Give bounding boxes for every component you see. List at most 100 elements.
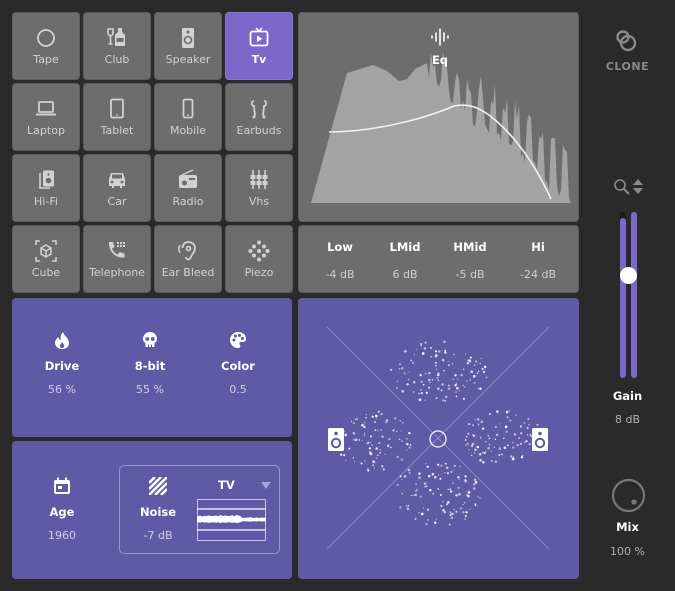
8bit-control[interactable]: 8-bit 55 % <box>110 331 190 396</box>
gain-slider[interactable] <box>615 210 643 380</box>
particle <box>464 353 467 355</box>
particle <box>443 399 447 403</box>
noise-control[interactable]: Noise -7 dB <box>118 476 198 542</box>
band-hmid[interactable]: HMid -5 dB <box>435 226 505 281</box>
band-lmid[interactable]: LMid 6 dB <box>370 226 440 281</box>
particle <box>436 387 440 391</box>
particle <box>463 386 466 388</box>
age-noise-panel: Age 1960 Noise -7 dB TV <box>12 441 292 579</box>
particle <box>510 455 513 458</box>
particle <box>421 352 425 355</box>
preset-club[interactable]: Club <box>83 12 151 80</box>
preset-label: Earbuds <box>236 124 282 137</box>
particle <box>447 488 449 491</box>
particle <box>496 433 499 436</box>
particle <box>380 412 383 416</box>
preset-earbuds[interactable]: Earbuds <box>225 83 293 151</box>
particle <box>424 399 427 402</box>
zoom-icon[interactable] <box>613 178 631 196</box>
waveform-signal <box>197 515 266 523</box>
particle <box>392 429 395 432</box>
particle <box>408 371 410 373</box>
particle <box>371 415 374 418</box>
particle <box>444 462 447 465</box>
particle <box>521 454 524 457</box>
left-speaker-icon <box>328 428 344 451</box>
particle <box>485 440 487 443</box>
particle <box>394 417 397 420</box>
stereo-field-panel[interactable] <box>298 298 579 579</box>
particle <box>462 503 464 506</box>
sort-arrows-icon[interactable] <box>632 178 644 196</box>
age-control[interactable]: Age 1960 <box>22 477 102 542</box>
preset-car[interactable]: Car <box>83 154 151 222</box>
preset-tv[interactable]: Tv <box>225 12 293 80</box>
particle <box>373 420 377 424</box>
particle <box>478 453 482 456</box>
band-name: Low <box>327 240 353 254</box>
particle <box>395 387 399 390</box>
particle <box>427 518 430 521</box>
particle <box>418 476 421 480</box>
preset-label: Vhs <box>248 195 270 208</box>
particle <box>352 439 355 441</box>
preset-ear-bleed[interactable]: Ear Bleed <box>154 225 222 293</box>
tv-icon <box>226 27 292 49</box>
chevron-down-icon <box>261 482 271 489</box>
eq-display[interactable]: Eq <box>298 12 579 222</box>
particle <box>485 450 487 453</box>
preset-tablet[interactable]: Tablet <box>83 83 151 151</box>
mix-label: Mix <box>616 520 639 534</box>
particle <box>403 372 406 375</box>
band-low[interactable]: Low -4 dB <box>305 226 375 281</box>
particle <box>375 447 378 450</box>
particle <box>498 453 501 457</box>
noise-label: Noise <box>139 505 177 519</box>
preset-label: Tv <box>251 53 267 66</box>
particle <box>427 474 431 478</box>
particle <box>388 437 391 441</box>
preset-laptop[interactable]: Laptop <box>12 83 80 151</box>
particle <box>401 421 404 424</box>
particle <box>354 438 358 442</box>
clone-logo-icon <box>613 28 643 56</box>
drive-control[interactable]: Drive 56 % <box>22 331 102 396</box>
particle <box>451 363 453 365</box>
particle <box>408 471 411 474</box>
particle <box>368 447 371 449</box>
band-hi[interactable]: Hi -24 dB <box>503 226 573 281</box>
preset-mobile[interactable]: Mobile <box>154 83 222 151</box>
mix-knob[interactable] <box>611 478 646 513</box>
color-control[interactable]: Color 0.5 <box>198 331 278 396</box>
particle <box>462 510 465 514</box>
preset-piezo[interactable]: Piezo <box>225 225 293 293</box>
particle <box>516 443 519 447</box>
particle <box>482 370 486 374</box>
particle <box>381 465 384 468</box>
particle <box>460 507 463 510</box>
particles <box>335 340 544 526</box>
particle <box>481 451 484 454</box>
particle <box>519 432 523 435</box>
preset-speaker[interactable]: Speaker <box>154 12 222 80</box>
ear-icon <box>155 240 221 262</box>
noise-type-dropdown[interactable]: TV <box>200 478 274 494</box>
preset-hi-fi[interactable]: Hi-Fi <box>12 154 80 222</box>
preset-tape[interactable]: Tape <box>12 12 80 80</box>
particle <box>356 417 359 420</box>
preset-telephone[interactable]: Telephone <box>83 225 151 293</box>
hifi-icon <box>13 169 79 191</box>
tablet-icon <box>84 98 150 120</box>
gain-slider-handle[interactable] <box>620 267 637 284</box>
speaker-icon <box>155 27 221 49</box>
particle <box>445 395 448 399</box>
gain-value: 8 dB <box>614 413 641 426</box>
particle <box>428 386 431 389</box>
particle <box>395 430 398 433</box>
particle <box>435 368 438 371</box>
preset-vhs[interactable]: Vhs <box>225 154 293 222</box>
particle <box>422 507 425 509</box>
preset-cube[interactable]: Cube <box>12 225 80 293</box>
particle <box>403 349 407 353</box>
preset-radio[interactable]: Radio <box>154 154 222 222</box>
